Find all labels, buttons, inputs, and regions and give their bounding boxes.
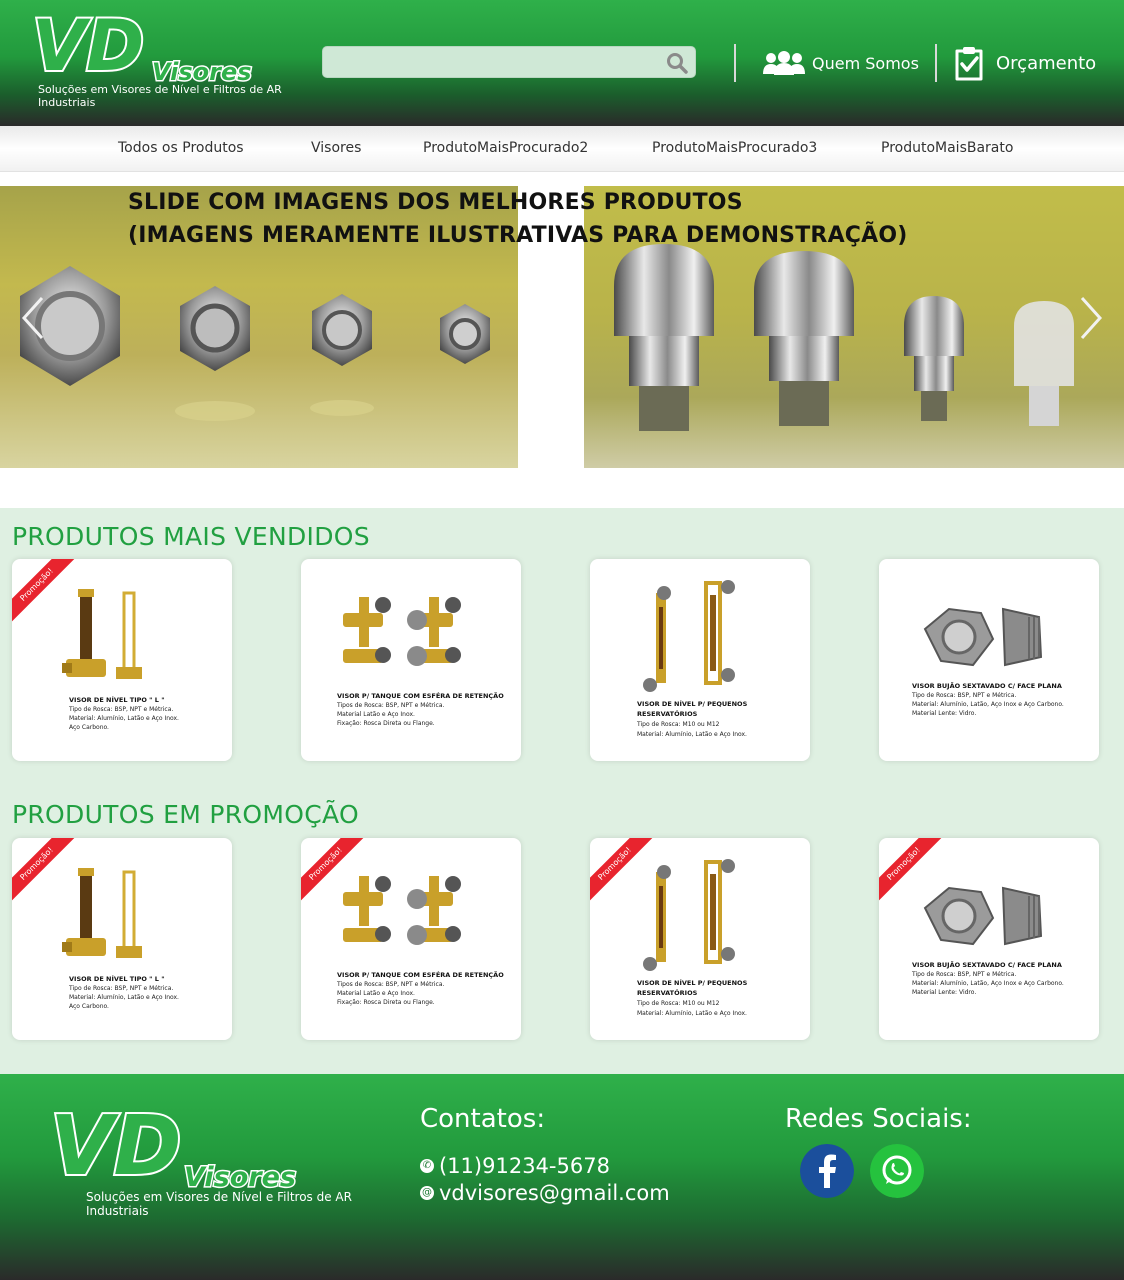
product-spec: Material Lente: Vidro. [912, 989, 977, 996]
product-title: VISOR DE NÍVEL P/ PEQUENOS [637, 700, 748, 708]
slide-caption: SLIDE COM IMAGENS DOS MELHORES PRODUTOS … [128, 186, 1028, 252]
nav-item-produto-mais-procurado-3[interactable]: ProdutoMaisProcurado3 [652, 140, 817, 156]
nav-item-produto-mais-barato[interactable]: ProdutoMaisBarato [881, 140, 1013, 156]
product-title-line-2: RESERVATÓRIOS [637, 710, 698, 718]
product-spec: Material: Alumínio, Latão, Aço Inox e Aç… [912, 980, 1064, 987]
product-card-visor-tanque[interactable]: Promoção! VISOR P/ TANQUE COM ESFÉRA DE … [301, 838, 521, 1040]
product-spec: Material: Alumínio, Latão, Aço Inox e Aç… [912, 701, 1064, 708]
nav-item-produto-mais-procurado-2[interactable]: ProdutoMaisProcurado2 [423, 140, 588, 156]
product-spec: Tipo de Rosca: M10 ou M12 [637, 1000, 720, 1007]
hero-slider: SLIDE COM IMAGENS DOS MELHORES PRODUTOS … [0, 186, 1124, 468]
chevron-right-icon[interactable] [1078, 294, 1104, 342]
product-spec: Material: Alumínio, Latão e Aço Inox. [69, 715, 179, 722]
product-title: VISOR DE NÍVEL TIPO " L " [69, 696, 165, 704]
product-title: VISOR BUJÃO SEXTAVADO C/ FACE PLANA [912, 682, 1062, 690]
product-spec: Aço Carbono. [69, 724, 109, 731]
phone-contact[interactable]: ✆ (11)91234-5678 [420, 1154, 610, 1178]
product-card-visor-tipo-l[interactable]: Promoção! VISOR DE NÍVEL TIPO " L " Tipo… [12, 838, 232, 1040]
product-spec: Material: Alumínio, Latão e Aço Inox. [69, 994, 179, 1001]
svg-text:Visores: Visores [152, 58, 252, 86]
product-title: VISOR P/ TANQUE COM ESFÉRA DE RETENÇÃO [337, 692, 504, 700]
slide-caption-line-1: SLIDE COM IMAGENS DOS MELHORES PRODUTOS [128, 190, 743, 215]
product-title: VISOR P/ TANQUE COM ESFÉRA DE RETENÇÃO [337, 971, 504, 979]
email-address: vdvisores@gmail.com [439, 1181, 670, 1205]
section-title-mais-vendidos: PRODUTOS MAIS VENDIDOS [12, 522, 370, 551]
orcamento-link[interactable]: Orçamento [952, 44, 1096, 82]
product-spec: Tipo de Rosca: BSP, NPT e Métrica. [69, 706, 174, 713]
product-spec: Material Latão e Aço Inox. [337, 711, 415, 718]
product-card-visor-tanque[interactable]: VISOR P/ TANQUE COM ESFÉRA DE RETENÇÃO T… [301, 559, 521, 761]
product-spec: Tipos de Rosca: BSP, NPT e Métrica. [337, 981, 445, 988]
vd-logo-mark: VD Visores [48, 1097, 298, 1196]
nav-item-visores[interactable]: Visores [311, 140, 361, 156]
whatsapp-icon[interactable] [870, 1144, 924, 1198]
product-title-line-2: RESERVATÓRIOS [637, 989, 698, 997]
email-contact[interactable]: @ vdvisores@gmail.com [420, 1181, 670, 1205]
product-title: VISOR BUJÃO SEXTAVADO C/ FACE PLANA [912, 961, 1062, 969]
phone-icon: ✆ [420, 1159, 434, 1173]
visor-tipo-l-image [62, 868, 142, 958]
quem-somos-label: Quem Somos [812, 53, 919, 73]
product-spec: Material Lente: Vidro. [912, 710, 977, 717]
slide-caption-line-2: (IMAGENS MERAMENTE ILUSTRATIVAS PARA DEM… [128, 223, 908, 248]
product-card-visor-tipo-l[interactable]: Promoção! VISOR DE NÍVEL TIPO " L " Tipo… [12, 559, 232, 761]
visor-tanque-image [343, 597, 461, 666]
main-nav: Todos os Produtos Visores ProdutoMaisPro… [0, 126, 1124, 172]
header-divider [935, 44, 937, 82]
visor-tanque-image [343, 876, 461, 945]
product-spec: Tipos de Rosca: BSP, NPT e Métrica. [337, 702, 445, 709]
section-title-em-promocao: PRODUTOS EM PROMOÇÃO [12, 800, 359, 829]
users-icon [763, 51, 805, 75]
redes-sociais-heading: Redes Sociais: [785, 1104, 972, 1134]
phone-number: (11)91234-5678 [439, 1154, 610, 1178]
product-spec: Material: Alumínio, Latão e Aço Inox. [637, 1010, 747, 1017]
svg-text:VD: VD [50, 1104, 182, 1194]
chevron-left-icon[interactable] [20, 294, 46, 342]
orcamento-label: Orçamento [996, 52, 1097, 74]
product-spec: Fixação: Rosca Direta ou Flange. [337, 999, 435, 1006]
quem-somos-link[interactable]: Quem Somos [762, 44, 919, 82]
header-divider [734, 44, 736, 82]
product-spec: Tipo de Rosca: BSP, NPT e Métrica. [69, 985, 174, 992]
product-title: VISOR DE NÍVEL P/ PEQUENOS [637, 979, 748, 987]
vd-logo-mark: VD Visores [30, 10, 253, 89]
product-spec: Tipo de Rosca: M10 ou M12 [637, 721, 720, 728]
product-title: VISOR DE NÍVEL TIPO " L " [69, 975, 165, 983]
svg-text:Visores: Visores [184, 1162, 296, 1193]
product-card-visor-pequenos-reservatorios[interactable]: Promoção! VISOR DE NÍVEL P/ PEQUENOS RES… [590, 838, 810, 1040]
facebook-icon[interactable] [800, 1144, 854, 1198]
visor-reservatorio-image [643, 859, 735, 971]
contatos-heading: Contatos: [420, 1104, 546, 1134]
search-field[interactable] [322, 46, 696, 78]
visor-tipo-l-image [62, 589, 142, 679]
product-card-visor-pequenos-reservatorios[interactable]: VISOR DE NÍVEL P/ PEQUENOS RESERVATÓRIOS… [590, 559, 810, 761]
product-spec: Fixação: Rosca Direta ou Flange. [337, 720, 435, 727]
clipboard-check-icon [955, 47, 983, 81]
visor-reservatorio-image [643, 580, 735, 692]
product-spec: Tipo de Rosca: BSP, NPT e Métrica. [912, 692, 1017, 699]
product-spec: Tipo de Rosca: BSP, NPT e Métrica. [912, 971, 1017, 978]
product-card-visor-bujao-sextavado[interactable]: Promoção! VISOR BUJÃO SEXTAVADO C/ FACE … [879, 838, 1099, 1040]
brand-tagline: Soluções em Visores de Nível e Filtros d… [38, 83, 282, 109]
site-header: VD Visores Soluções em Visores de Nível … [0, 0, 1124, 126]
product-spec: Material Latão e Aço Inox. [337, 990, 415, 997]
product-spec: Aço Carbono. [69, 1003, 109, 1010]
nav-item-todos-os-produtos[interactable]: Todos os Produtos [118, 140, 244, 156]
at-icon: @ [420, 1186, 434, 1200]
visor-bujao-image [923, 607, 1043, 667]
visor-bujao-image [923, 886, 1043, 946]
product-card-visor-bujao-sextavado[interactable]: VISOR BUJÃO SEXTAVADO C/ FACE PLANA Tipo… [879, 559, 1099, 761]
search-input[interactable] [333, 51, 653, 75]
brand-logo[interactable]: VD Visores Soluções em Visores de Nível … [30, 10, 300, 110]
search-icon[interactable] [665, 51, 689, 75]
site-footer: VD Visores Soluções em Visores de Nível … [0, 1074, 1124, 1280]
svg-text:VD: VD [32, 10, 144, 87]
product-spec: Material: Alumínio, Latão e Aço Inox. [637, 731, 747, 738]
footer-tagline: Soluções em Visores de Nível e Filtros d… [86, 1190, 352, 1218]
